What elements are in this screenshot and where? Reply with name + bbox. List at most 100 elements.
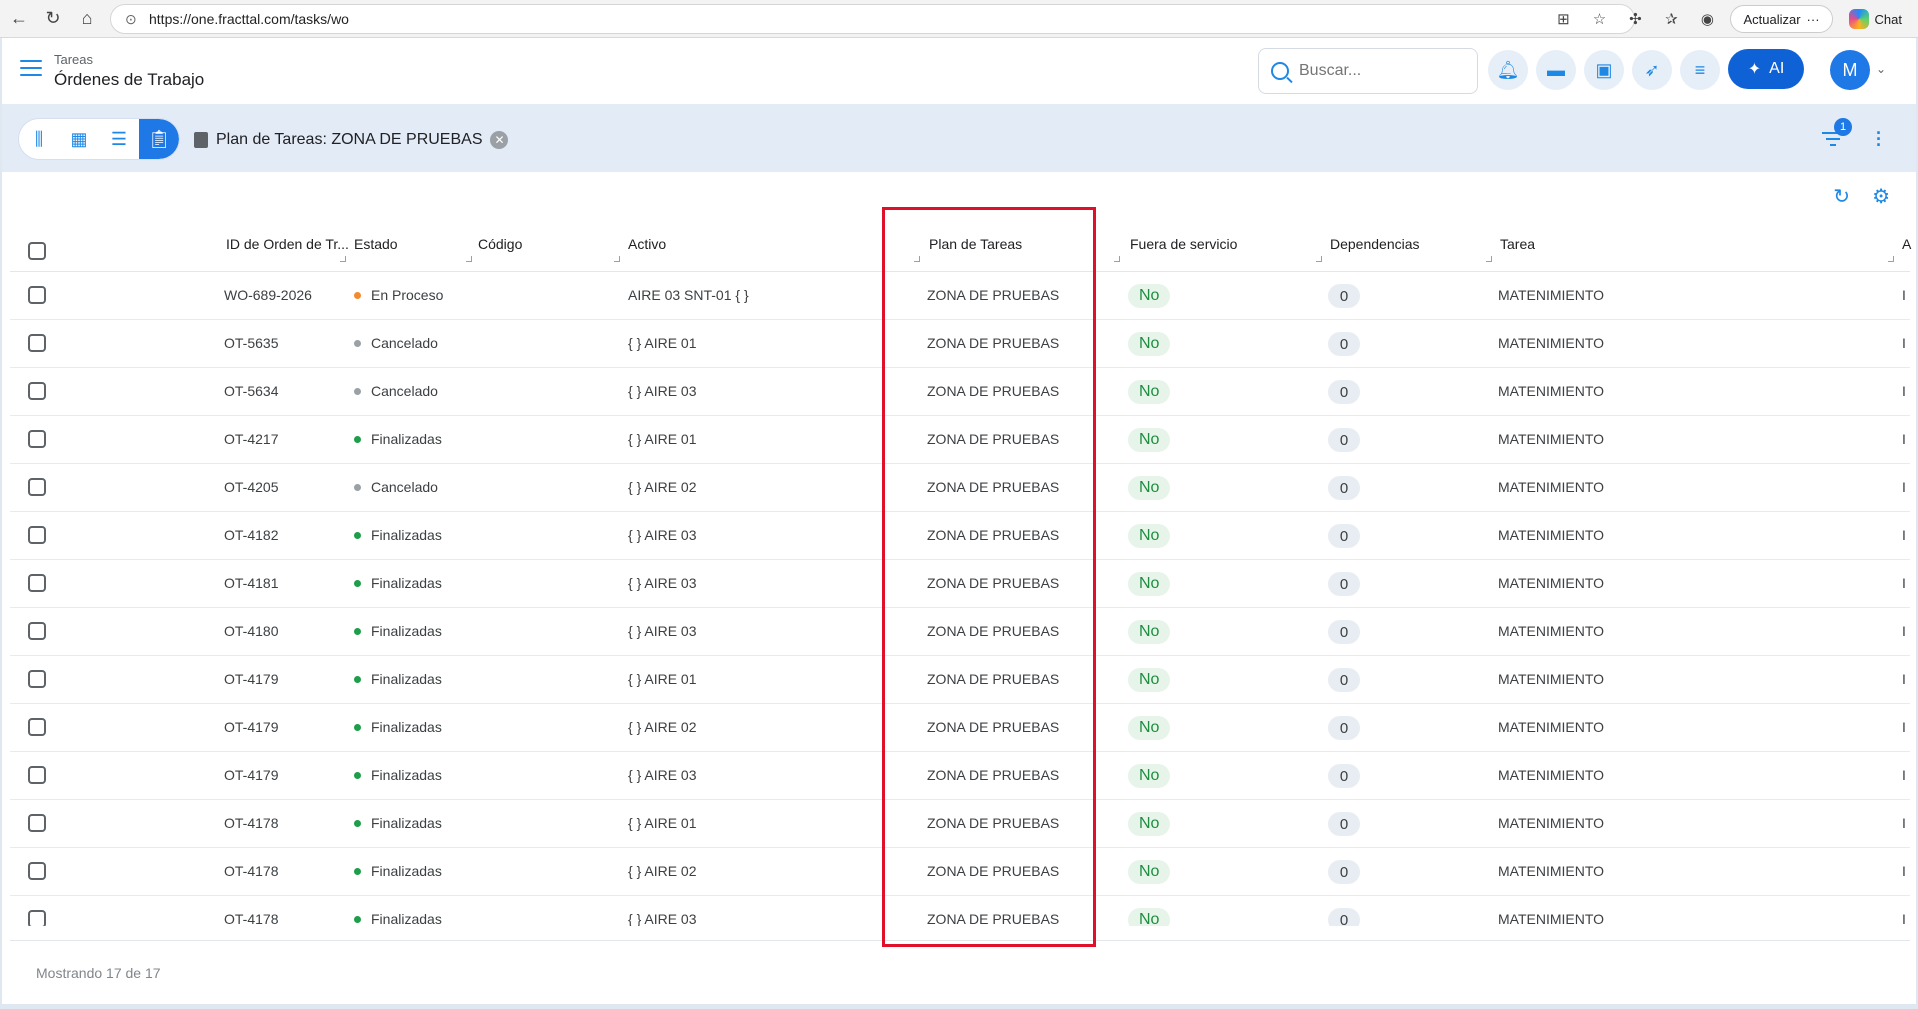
col-header-truncated[interactable]: A [1902, 236, 1911, 252]
cell-id[interactable]: OT-4180 [224, 623, 278, 639]
favorite-star-icon[interactable]: ☆ [1586, 6, 1612, 32]
row-checkbox[interactable] [28, 430, 46, 448]
row-checkbox[interactable] [28, 766, 46, 784]
table-row[interactable]: OT-4178 Finalizadas { } AIRE 02 ZONA DE PRU… [10, 848, 1910, 896]
menu-icon[interactable] [20, 60, 42, 78]
calendar-view-icon[interactable]: ▦ [59, 119, 99, 159]
resize-handle[interactable] [1486, 256, 1492, 262]
resize-handle[interactable] [1114, 256, 1120, 262]
row-checkbox[interactable] [28, 670, 46, 688]
rocket-icon[interactable]: ➶ [1632, 50, 1672, 90]
cell-id[interactable]: OT-4179 [224, 719, 278, 735]
cell-asset[interactable]: { } AIRE 02 [628, 479, 697, 495]
cell-asset[interactable]: { } AIRE 01 [628, 335, 697, 351]
cell-id[interactable]: OT-4178 [224, 815, 278, 831]
favorites-icon[interactable]: ✰ [1658, 6, 1684, 32]
resize-handle[interactable] [614, 256, 620, 262]
cell-asset[interactable]: AIRE 03 SNT-01 { } [628, 287, 749, 303]
cell-asset[interactable]: { } AIRE 03 [628, 575, 697, 591]
table-view-icon[interactable]: 📋︎ [139, 119, 179, 159]
row-checkbox[interactable] [28, 526, 46, 544]
back-icon[interactable]: ← [4, 4, 34, 34]
cell-asset[interactable]: { } AIRE 03 [628, 767, 697, 783]
row-checkbox[interactable] [28, 478, 46, 496]
cell-asset[interactable]: { } AIRE 03 [628, 911, 697, 926]
column-settings-icon[interactable]: ⚙︎ [1872, 184, 1890, 209]
row-checkbox[interactable] [28, 622, 46, 640]
row-checkbox[interactable] [28, 814, 46, 832]
table-row[interactable]: OT-4180 Finalizadas { } AIRE 03 ZONA DE PRU… [10, 608, 1910, 656]
site-info-icon[interactable]: ⊙ [125, 11, 141, 28]
refresh-icon[interactable]: ↻ [1833, 184, 1850, 209]
avatar[interactable]: M [1830, 50, 1870, 90]
cell-id[interactable]: WO-689-2026 [224, 287, 312, 303]
breadcrumb[interactable]: Tareas [54, 52, 93, 67]
table-row[interactable]: OT-4179 Finalizadas { } AIRE 01 ZONA DE PRU… [10, 656, 1910, 704]
cell-id[interactable]: OT-4179 [224, 671, 278, 687]
cell-asset[interactable]: { } AIRE 01 [628, 815, 697, 831]
resize-handle[interactable] [466, 256, 472, 262]
table-row[interactable]: OT-4217 Finalizadas { } AIRE 01 ZONA DE PRU… [10, 416, 1910, 464]
cell-asset[interactable]: { } AIRE 02 [628, 719, 697, 735]
table-row[interactable]: OT-5634 Cancelado { } AIRE 03 ZONA DE PRUEB… [10, 368, 1910, 416]
cell-id[interactable]: OT-4205 [224, 479, 278, 495]
col-header-codigo[interactable]: Código [478, 236, 522, 252]
cell-id[interactable]: OT-4178 [224, 863, 278, 879]
col-header-plan[interactable]: Plan de Tareas [929, 236, 1022, 252]
table-row[interactable]: OT-4179 Finalizadas { } AIRE 03 ZONA DE PRU… [10, 752, 1910, 800]
update-button[interactable]: Actualizar ··· [1730, 5, 1833, 33]
table-row[interactable]: OT-4205 Cancelado { } AIRE 02 ZONA DE PRUEB… [10, 464, 1910, 512]
profile-icon[interactable]: ◉ [1694, 6, 1720, 32]
extensions-icon[interactable]: ✣ [1622, 6, 1648, 32]
checklist-view-icon[interactable]: ☰ [99, 119, 139, 159]
more-options-icon[interactable]: · · · [1876, 124, 1882, 154]
notes-icon[interactable]: ≡ [1680, 50, 1720, 90]
resize-handle[interactable] [1888, 256, 1894, 262]
cell-id[interactable]: OT-5635 [224, 335, 278, 351]
select-all-checkbox[interactable] [28, 242, 46, 260]
row-checkbox[interactable] [28, 334, 46, 352]
resize-handle[interactable] [1316, 256, 1322, 262]
chat-bubble-icon[interactable]: ▬ [1536, 50, 1576, 90]
cell-id[interactable]: OT-4178 [224, 911, 278, 926]
cell-id[interactable]: OT-5634 [224, 383, 278, 399]
home-icon[interactable]: ⌂ [72, 4, 102, 34]
table-row[interactable]: OT-4178 Finalizadas { } AIRE 01 ZONA DE PRU… [10, 800, 1910, 848]
filter-chip[interactable]: Plan de Tareas: ZONA DE PRUEBAS ✕ [194, 126, 509, 154]
cell-id[interactable]: OT-4217 [224, 431, 278, 447]
kanban-view-icon[interactable]: ⫼ [19, 119, 59, 159]
col-header-dependencias[interactable]: Dependencias [1330, 236, 1420, 252]
gift-icon[interactable]: ▣ [1584, 50, 1624, 90]
col-header-tarea[interactable]: Tarea [1500, 236, 1535, 252]
table-row[interactable]: WO-689-2026 En Proceso AIRE 03 SNT-01 { } Z… [10, 272, 1910, 320]
table-row[interactable]: OT-4181 Finalizadas { } AIRE 03 ZONA DE PRU… [10, 560, 1910, 608]
cell-id[interactable]: OT-4182 [224, 527, 278, 543]
cell-asset[interactable]: { } AIRE 02 [628, 863, 697, 879]
row-checkbox[interactable] [28, 718, 46, 736]
table-row[interactable]: OT-4179 Finalizadas { } AIRE 02 ZONA DE PRU… [10, 704, 1910, 752]
ai-button[interactable]: ✦ AI [1728, 49, 1804, 89]
table-row[interactable]: OT-4182 Finalizadas { } AIRE 03 ZONA DE PRU… [10, 512, 1910, 560]
table-row[interactable]: OT-5635 Cancelado { } AIRE 01 ZONA DE PRUEB… [10, 320, 1910, 368]
cell-asset[interactable]: { } AIRE 01 [628, 431, 697, 447]
apps-icon[interactable]: ⊞ [1550, 6, 1576, 32]
row-checkbox[interactable] [28, 910, 46, 926]
row-checkbox[interactable] [28, 574, 46, 592]
search-input[interactable] [1299, 62, 1459, 80]
cell-asset[interactable]: { } AIRE 03 [628, 623, 697, 639]
cell-id[interactable]: OT-4179 [224, 767, 278, 783]
row-checkbox[interactable] [28, 382, 46, 400]
cell-asset[interactable]: { } AIRE 01 [628, 671, 697, 687]
col-header-activo[interactable]: Activo [628, 236, 666, 252]
col-header-id[interactable]: ID de Orden de Tr... [226, 236, 349, 252]
chat-button[interactable]: Chat [1843, 5, 1908, 33]
bell-icon[interactable]: 🔔︎ [1488, 50, 1528, 90]
col-header-estado[interactable]: Estado [354, 236, 398, 252]
row-checkbox[interactable] [28, 286, 46, 304]
reload-icon[interactable]: ↻ [38, 4, 68, 34]
chevron-down-icon[interactable]: ⌄ [1876, 62, 1886, 76]
resize-handle[interactable] [914, 256, 920, 262]
row-checkbox[interactable] [28, 862, 46, 880]
cell-asset[interactable]: { } AIRE 03 [628, 527, 697, 543]
resize-handle[interactable] [340, 256, 346, 262]
